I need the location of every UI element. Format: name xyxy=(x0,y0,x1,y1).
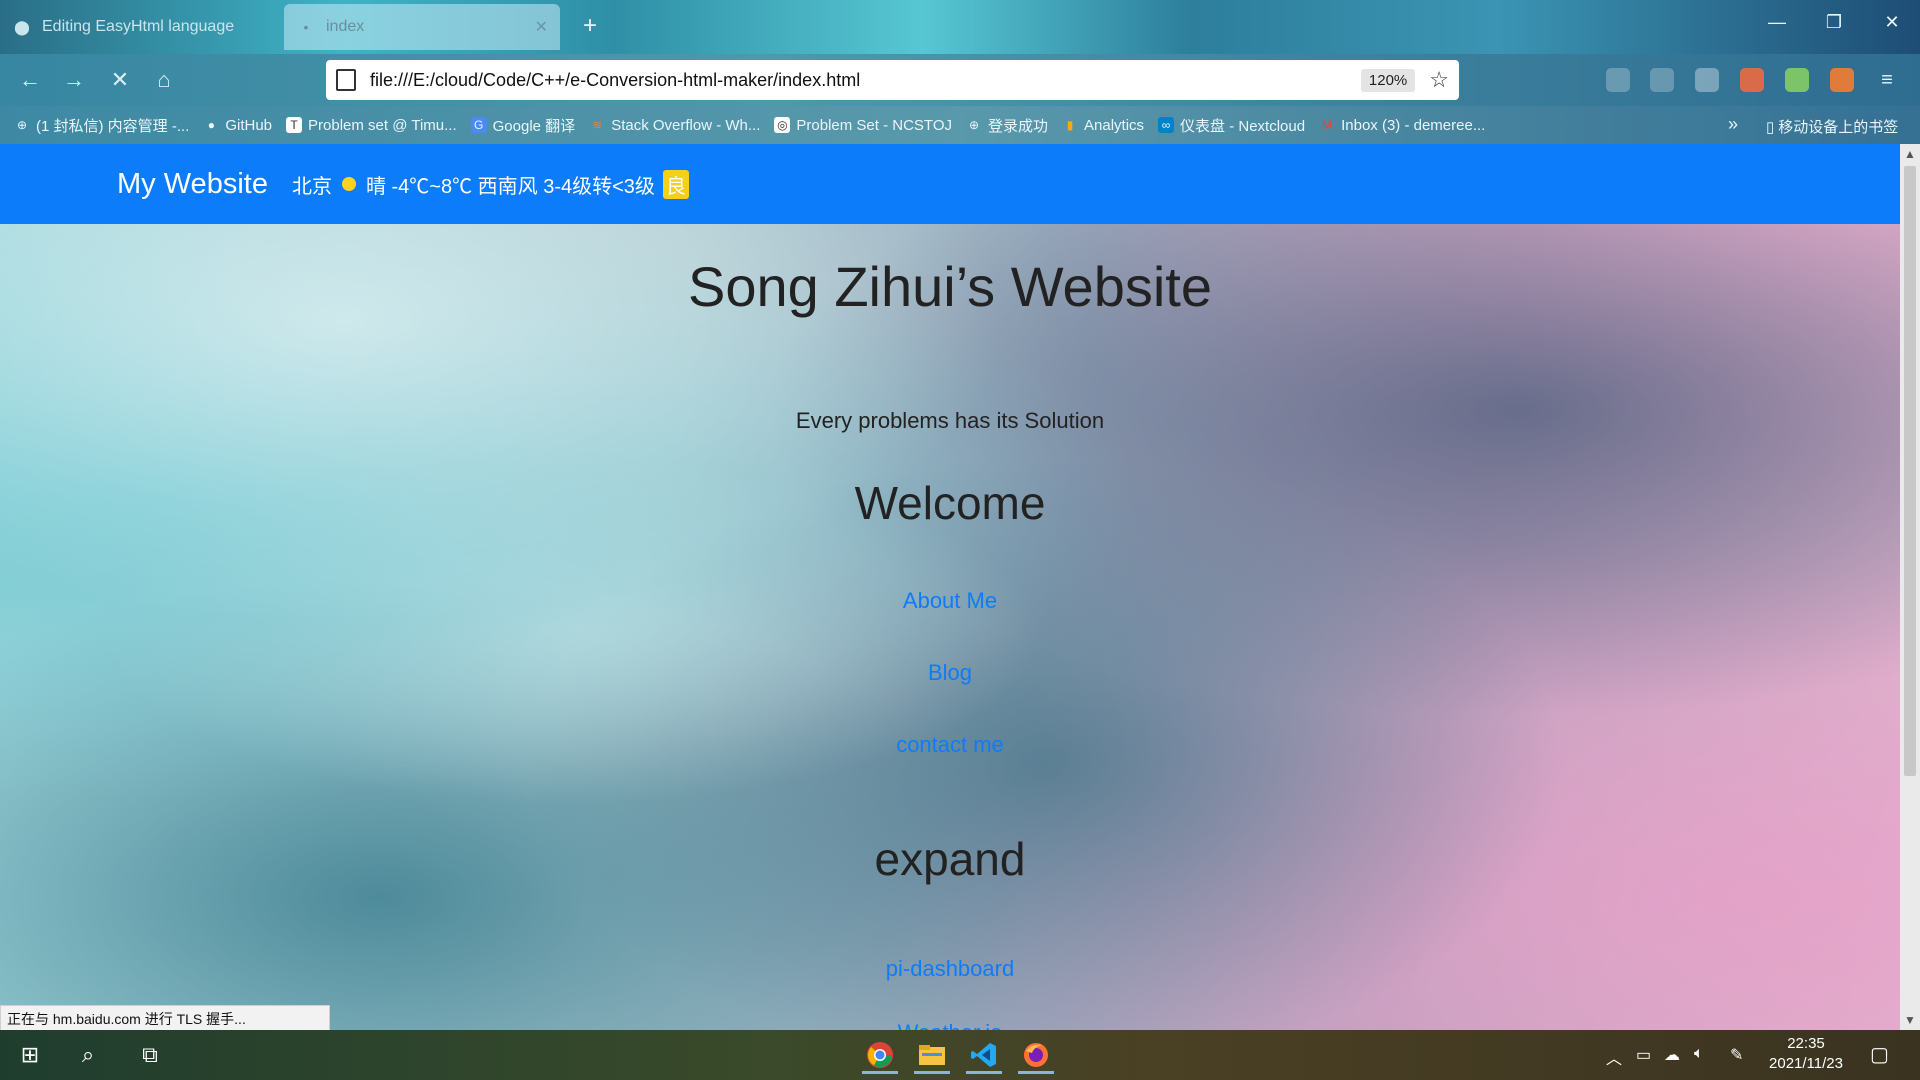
clock-date: 2021/11/23 xyxy=(1769,1055,1843,1072)
clock-time: 22:35 xyxy=(1787,1035,1825,1052)
windows-taskbar: ⊞ ⌕ ⧉ ︿ ▭ ☁ 🔈︎ ✎ 22:35 2021/11/23 ▢ xyxy=(0,1030,1920,1080)
restore-button[interactable]: ❐ xyxy=(1814,12,1854,33)
google-translate-icon: G xyxy=(470,117,487,133)
sun-icon xyxy=(341,177,356,191)
extension-icon[interactable] xyxy=(1785,68,1809,92)
bookmark-item[interactable]: ⊕ 登录成功 xyxy=(966,115,1048,136)
motto-text: Every problems has its Solution xyxy=(795,408,1105,433)
weather-widget[interactable]: 北京 晴 -4℃~8℃ 西南风 3-4级转<3级 良 xyxy=(291,169,689,199)
expand-heading: expand xyxy=(874,833,1026,885)
weather-city: 北京 xyxy=(291,175,332,198)
zoom-level-button[interactable]: 120% xyxy=(1360,68,1416,92)
tab-title: index xyxy=(326,18,365,35)
bookmark-item[interactable]: T Problem set @ Timu... xyxy=(286,117,457,134)
screenshot-extension-icon[interactable] xyxy=(1606,68,1630,92)
extension-icon[interactable] xyxy=(1740,68,1764,92)
scroll-down-arrow-icon[interactable]: ▼ xyxy=(1900,1010,1920,1030)
show-hidden-icons-chevron-icon[interactable]: ︿ xyxy=(1606,1045,1622,1069)
bookmark-item[interactable]: ≋ Stack Overflow - Wh... xyxy=(589,117,760,134)
site-navbar: My Website 北京 晴 -4℃~8℃ 西南风 3-4级转<3级 良 xyxy=(0,144,1900,224)
minimize-button[interactable]: — xyxy=(1757,12,1797,33)
contact-me-link[interactable]: contact me xyxy=(0,732,1900,758)
onedrive-cloud-icon[interactable]: ☁ xyxy=(1664,1045,1680,1065)
blog-link[interactable]: Blog xyxy=(0,660,1900,686)
analytics-icon: ▮ xyxy=(1066,118,1074,132)
bookmark-item[interactable]: ● GitHub xyxy=(203,117,272,134)
loading-dot-icon: • xyxy=(303,19,309,35)
search-icon[interactable]: ⌕ xyxy=(72,1040,104,1070)
bookmarks-bar: ⊕ (1 封私信) 内容管理 -... ● GitHub T Problem set … xyxy=(0,106,1920,144)
new-tab-button[interactable]: + xyxy=(576,12,604,40)
ncstoj-icon: ◎ xyxy=(774,117,791,133)
vscode-icon[interactable] xyxy=(962,1036,1006,1074)
air-quality-badge: 良 xyxy=(662,169,689,199)
tab-title: Editing EasyHtml language xyxy=(42,18,235,35)
stackoverflow-icon: ≋ xyxy=(592,118,603,132)
welcome-heading: Welcome xyxy=(854,477,1046,529)
page-scrollbar[interactable]: ▲ ▼ xyxy=(1900,144,1920,1030)
stop-loading-button[interactable]: ✕ xyxy=(104,66,136,94)
browser-titlebar: ⬤ Editing EasyHtml language • index ✕ + … xyxy=(0,0,1920,54)
file-explorer-icon[interactable] xyxy=(910,1036,954,1074)
close-tab-icon[interactable]: ✕ xyxy=(535,17,548,37)
home-button[interactable]: ⌂ xyxy=(148,66,180,94)
mobile-bookmarks[interactable]: ▯ 移动设备上的书签 xyxy=(1766,116,1898,137)
github-icon: ● xyxy=(207,118,215,132)
address-bar[interactable]: file:///E:/cloud/Code/C++/e-Conversion-h… xyxy=(326,60,1459,100)
site-brand-link[interactable]: My Website xyxy=(117,168,268,201)
github-icon: ⬤ xyxy=(14,18,30,35)
globe-icon: ⊕ xyxy=(16,118,28,132)
taskbar-clock[interactable]: 22:35 2021/11/23 xyxy=(1756,1034,1856,1074)
notification-center-icon[interactable]: ▢ xyxy=(1870,1042,1889,1067)
volume-icon[interactable]: 🔈︎ xyxy=(1694,1045,1704,1063)
undo-extension-icon[interactable] xyxy=(1650,68,1674,92)
gmail-icon: M xyxy=(1322,118,1333,132)
page-icon xyxy=(336,69,356,91)
pi-dashboard-link[interactable]: pi-dashboard xyxy=(0,956,1900,982)
scrollbar-thumb[interactable] xyxy=(1904,166,1916,776)
tab-index[interactable]: • index ✕ xyxy=(284,4,560,50)
firefox-icon[interactable] xyxy=(1014,1036,1058,1074)
mobile-device-icon: ▯ xyxy=(1766,118,1775,136)
bookmark-star-icon[interactable]: ☆ xyxy=(1429,67,1449,93)
browser-navbar: ← → ✕ ⌂ file:///E:/cloud/Code/C++/e-Conv… xyxy=(0,54,1920,106)
windows-start-icon[interactable]: ⊞ xyxy=(14,1040,46,1070)
bookmark-item[interactable]: M Inbox (3) - demeree... xyxy=(1319,117,1485,134)
tab-editing-easyhtml[interactable]: ⬤ Editing EasyHtml language xyxy=(0,4,278,50)
bookmark-item[interactable]: G Google 翻译 xyxy=(470,115,575,136)
weather-text: 晴 -4℃~8℃ 西南风 3-4级转<3级 xyxy=(365,175,655,198)
bookmark-item[interactable]: ◎ Problem Set - NCSTOJ xyxy=(774,117,952,134)
profile-icon[interactable] xyxy=(1830,68,1854,92)
bookmark-item[interactable]: ▮ Analytics xyxy=(1062,117,1144,134)
page-title: Song Zihui’s Website xyxy=(688,255,1212,318)
page-viewport: My Website 北京 晴 -4℃~8℃ 西南风 3-4级转<3级 良 So… xyxy=(0,144,1900,1030)
chrome-icon[interactable] xyxy=(858,1036,902,1074)
nextcloud-icon: ∞ xyxy=(1158,117,1175,133)
globe-icon: ⊕ xyxy=(968,118,980,132)
pen-workspace-icon[interactable]: ✎ xyxy=(1730,1045,1743,1065)
task-view-icon[interactable]: ⧉ xyxy=(134,1040,166,1070)
menu-icon[interactable]: ≡ xyxy=(1875,68,1899,92)
bookmark-item[interactable]: ⊕ (1 封私信) 内容管理 -... xyxy=(14,115,189,136)
bookmark-item[interactable]: ∞ 仪表盘 - Nextcloud xyxy=(1158,115,1305,136)
back-button[interactable]: ← xyxy=(14,66,46,94)
bookmarks-overflow-chevron-icon[interactable]: » xyxy=(1728,114,1738,135)
battery-icon[interactable]: ▭ xyxy=(1636,1045,1651,1065)
timu-icon: T xyxy=(286,117,303,133)
scroll-up-arrow-icon[interactable]: ▲ xyxy=(1900,144,1920,164)
url-text[interactable]: file:///E:/cloud/Code/C++/e-Conversion-h… xyxy=(370,70,860,91)
close-window-button[interactable]: ✕ xyxy=(1872,12,1912,33)
downloads-icon[interactable] xyxy=(1695,68,1719,92)
about-me-link[interactable]: About Me xyxy=(0,588,1900,614)
status-bar: 正在与 hm.baidu.com 进行 TLS 握手... xyxy=(0,1005,330,1031)
forward-button[interactable]: → xyxy=(58,66,90,94)
